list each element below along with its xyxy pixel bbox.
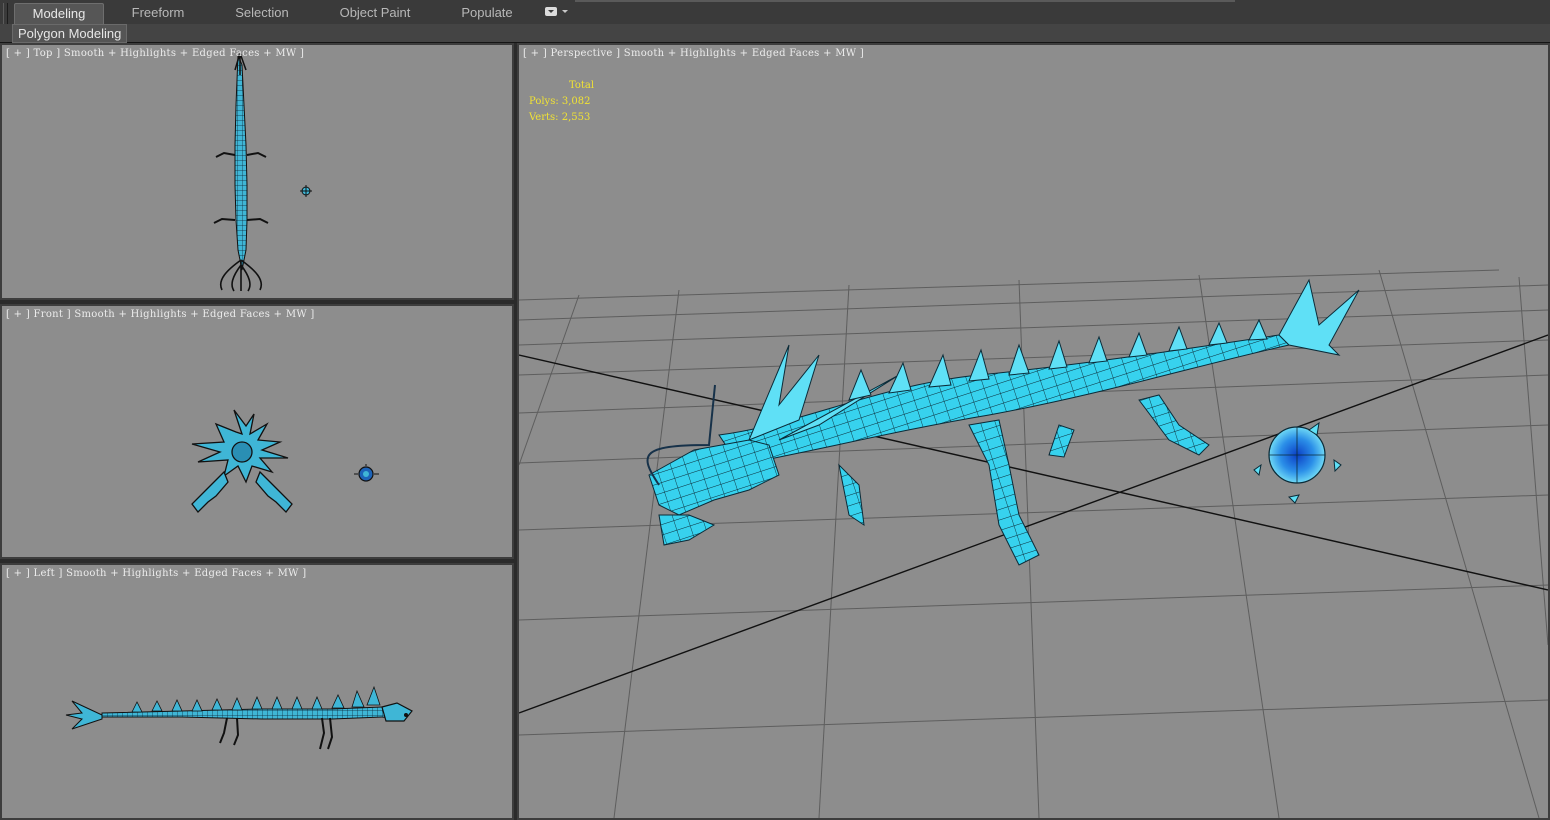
stats-verts-value: 2,553 — [561, 112, 591, 123]
ribbon-divider — [575, 0, 1235, 2]
front-view-model — [191, 409, 379, 513]
polygon-modeling-panel-button[interactable]: Polygon Modeling — [12, 24, 128, 43]
viewport-left[interactable]: [ + ] Left ] Smooth + Highlights + Edged… — [0, 563, 514, 820]
scene-statistics: Total Polys: 3,082 Verts: 2,553 — [529, 78, 594, 126]
viewport-front-label[interactable]: [ + ] Front ] Smooth + Highlights + Edge… — [6, 309, 315, 320]
left-view-model — [65, 685, 413, 750]
stats-polys-row: Polys: 3,082 — [529, 94, 594, 110]
chevron-down-icon — [562, 10, 568, 13]
viewport-top[interactable]: [ + ] Top ] Smooth + Highlights + Edged … — [0, 43, 514, 300]
viewport-front[interactable]: [ + ] Front ] Smooth + Highlights + Edge… — [0, 304, 514, 559]
tab-freeform[interactable]: Freeform — [118, 3, 198, 23]
stats-verts-label: Verts: — [529, 112, 559, 123]
perspective-grid-and-model — [519, 269, 1548, 818]
stats-header: Total — [569, 80, 595, 91]
tab-populate[interactable]: Populate — [450, 3, 524, 23]
tab-object-paint[interactable]: Object Paint — [328, 3, 422, 23]
top-view-model — [213, 52, 312, 292]
ribbon-options-icon — [545, 7, 557, 16]
tab-selection[interactable]: Selection — [222, 3, 302, 23]
stats-verts-row: Verts: 2,553 — [529, 110, 594, 126]
viewport-perspective-label[interactable]: [ + ] Perspective ] Smooth + Highlights … — [523, 48, 864, 59]
viewport-top-label[interactable]: [ + ] Top ] Smooth + Highlights + Edged … — [6, 48, 304, 59]
ribbon-panel-bar: Polygon Modeling — [0, 24, 1550, 43]
stats-polys-value: 3,082 — [561, 96, 591, 107]
tab-modeling[interactable]: Modeling — [14, 3, 104, 24]
stats-polys-label: Polys: — [529, 96, 559, 107]
ribbon-options-dropdown[interactable] — [543, 6, 569, 18]
ribbon-tab-bar: Modeling Freeform Selection Object Paint… — [0, 0, 1550, 39]
viewport-perspective[interactable]: [ + ] Perspective ] Smooth + Highlights … — [517, 43, 1550, 820]
viewport-left-label[interactable]: [ + ] Left ] Smooth + Highlights + Edged… — [6, 568, 306, 579]
